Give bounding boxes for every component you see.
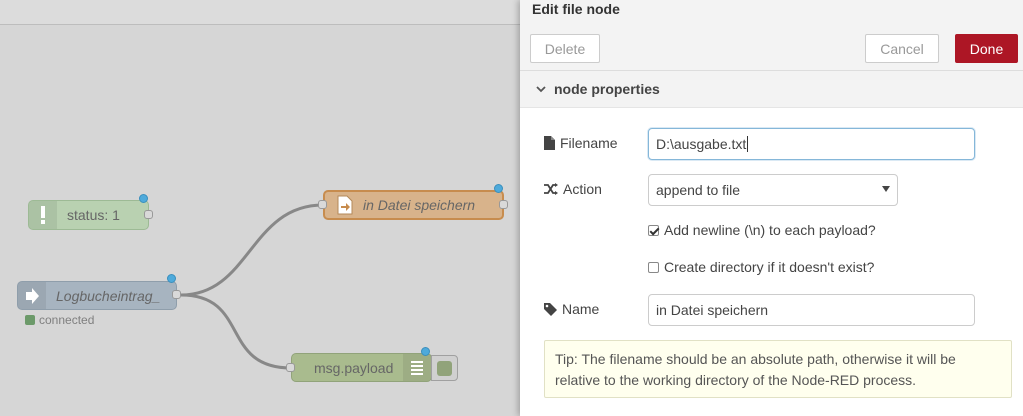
alert-icon — [29, 201, 57, 229]
edit-tray: Edit file node Delete Cancel Done node p… — [520, 0, 1023, 416]
cancel-button[interactable]: Cancel — [865, 34, 939, 63]
status-node-changed-dot — [139, 194, 148, 203]
section-title: node properties — [554, 81, 660, 97]
debug-node[interactable]: msg.payload — [291, 353, 432, 382]
chevron-down-icon — [536, 86, 546, 93]
tag-icon — [544, 302, 557, 316]
link-in-node[interactable]: Logbucheintrag_ — [17, 281, 177, 310]
name-label-row: Name — [544, 301, 599, 317]
status-indicator — [25, 315, 35, 325]
action-selected-value: append to file — [656, 182, 741, 198]
shuffle-icon — [544, 183, 558, 195]
link-in-node-label: Logbucheintrag_ — [56, 287, 161, 304]
name-input[interactable]: in Datei speichern — [648, 294, 975, 326]
wire-link-to-file — [180, 203, 324, 297]
tray-header: Edit file node — [520, 0, 1023, 27]
action-label: Action — [563, 181, 602, 197]
add-newline-checkbox[interactable] — [648, 224, 659, 236]
add-newline-option[interactable]: Add newline (\n) to each payload? — [648, 222, 876, 238]
create-dir-option[interactable]: Create directory if it doesn't exist? — [648, 259, 874, 275]
wire-link-to-debug — [180, 293, 292, 370]
name-value: in Datei speichern — [656, 302, 769, 318]
link-in-node-status: connected — [25, 313, 94, 327]
filename-input[interactable]: D:\ausgabe.txt — [648, 128, 975, 160]
dropdown-arrow-icon — [882, 186, 890, 192]
tip-box: Tip: The filename should be an absolute … — [544, 340, 1012, 398]
link-in-node-status-text: connected — [39, 313, 95, 327]
node-properties-section-header[interactable]: node properties — [520, 71, 1023, 108]
filename-label: Filename — [560, 135, 618, 151]
debug-node-label: msg.payload — [314, 359, 394, 376]
tray-toolbar: Delete Cancel Done — [520, 26, 1023, 71]
text-caret — [747, 136, 749, 152]
link-in-icon — [18, 282, 46, 309]
status-node-output-port[interactable] — [144, 210, 153, 219]
file-text-icon — [544, 136, 555, 150]
add-newline-label: Add newline (\n) to each payload? — [664, 222, 876, 238]
list-icon — [403, 354, 431, 381]
filename-value: D:\ausgabe.txt — [656, 136, 747, 152]
file-node-changed-dot — [494, 184, 503, 193]
done-button[interactable]: Done — [955, 34, 1018, 63]
file-node-input-port[interactable] — [318, 200, 327, 209]
create-dir-label: Create directory if it doesn't exist? — [664, 259, 875, 275]
file-node-label: in Datei speichern — [363, 197, 476, 213]
action-select[interactable]: append to file — [648, 174, 898, 206]
link-in-node-output-port[interactable] — [172, 290, 181, 299]
status-node-label: status: 1 — [67, 207, 120, 223]
file-node-output-port[interactable] — [499, 200, 508, 209]
debug-node-changed-dot — [421, 347, 430, 356]
link-in-node-changed-dot — [167, 274, 176, 283]
file-icon — [333, 192, 357, 218]
filename-label-row: Filename — [544, 135, 618, 151]
debug-node-input-port[interactable] — [286, 363, 295, 372]
name-label: Name — [562, 301, 600, 317]
delete-button[interactable]: Delete — [530, 34, 600, 63]
create-dir-checkbox[interactable] — [648, 261, 659, 273]
file-node[interactable]: in Datei speichern — [323, 190, 504, 220]
tray-title: Edit file node — [532, 1, 620, 17]
flow-workspace[interactable]: status: 1 Logbucheintrag_ connected in D… — [0, 0, 520, 416]
debug-toggle-button[interactable] — [431, 355, 458, 381]
status-node[interactable]: status: 1 — [28, 200, 149, 230]
action-label-row: Action — [544, 181, 602, 197]
